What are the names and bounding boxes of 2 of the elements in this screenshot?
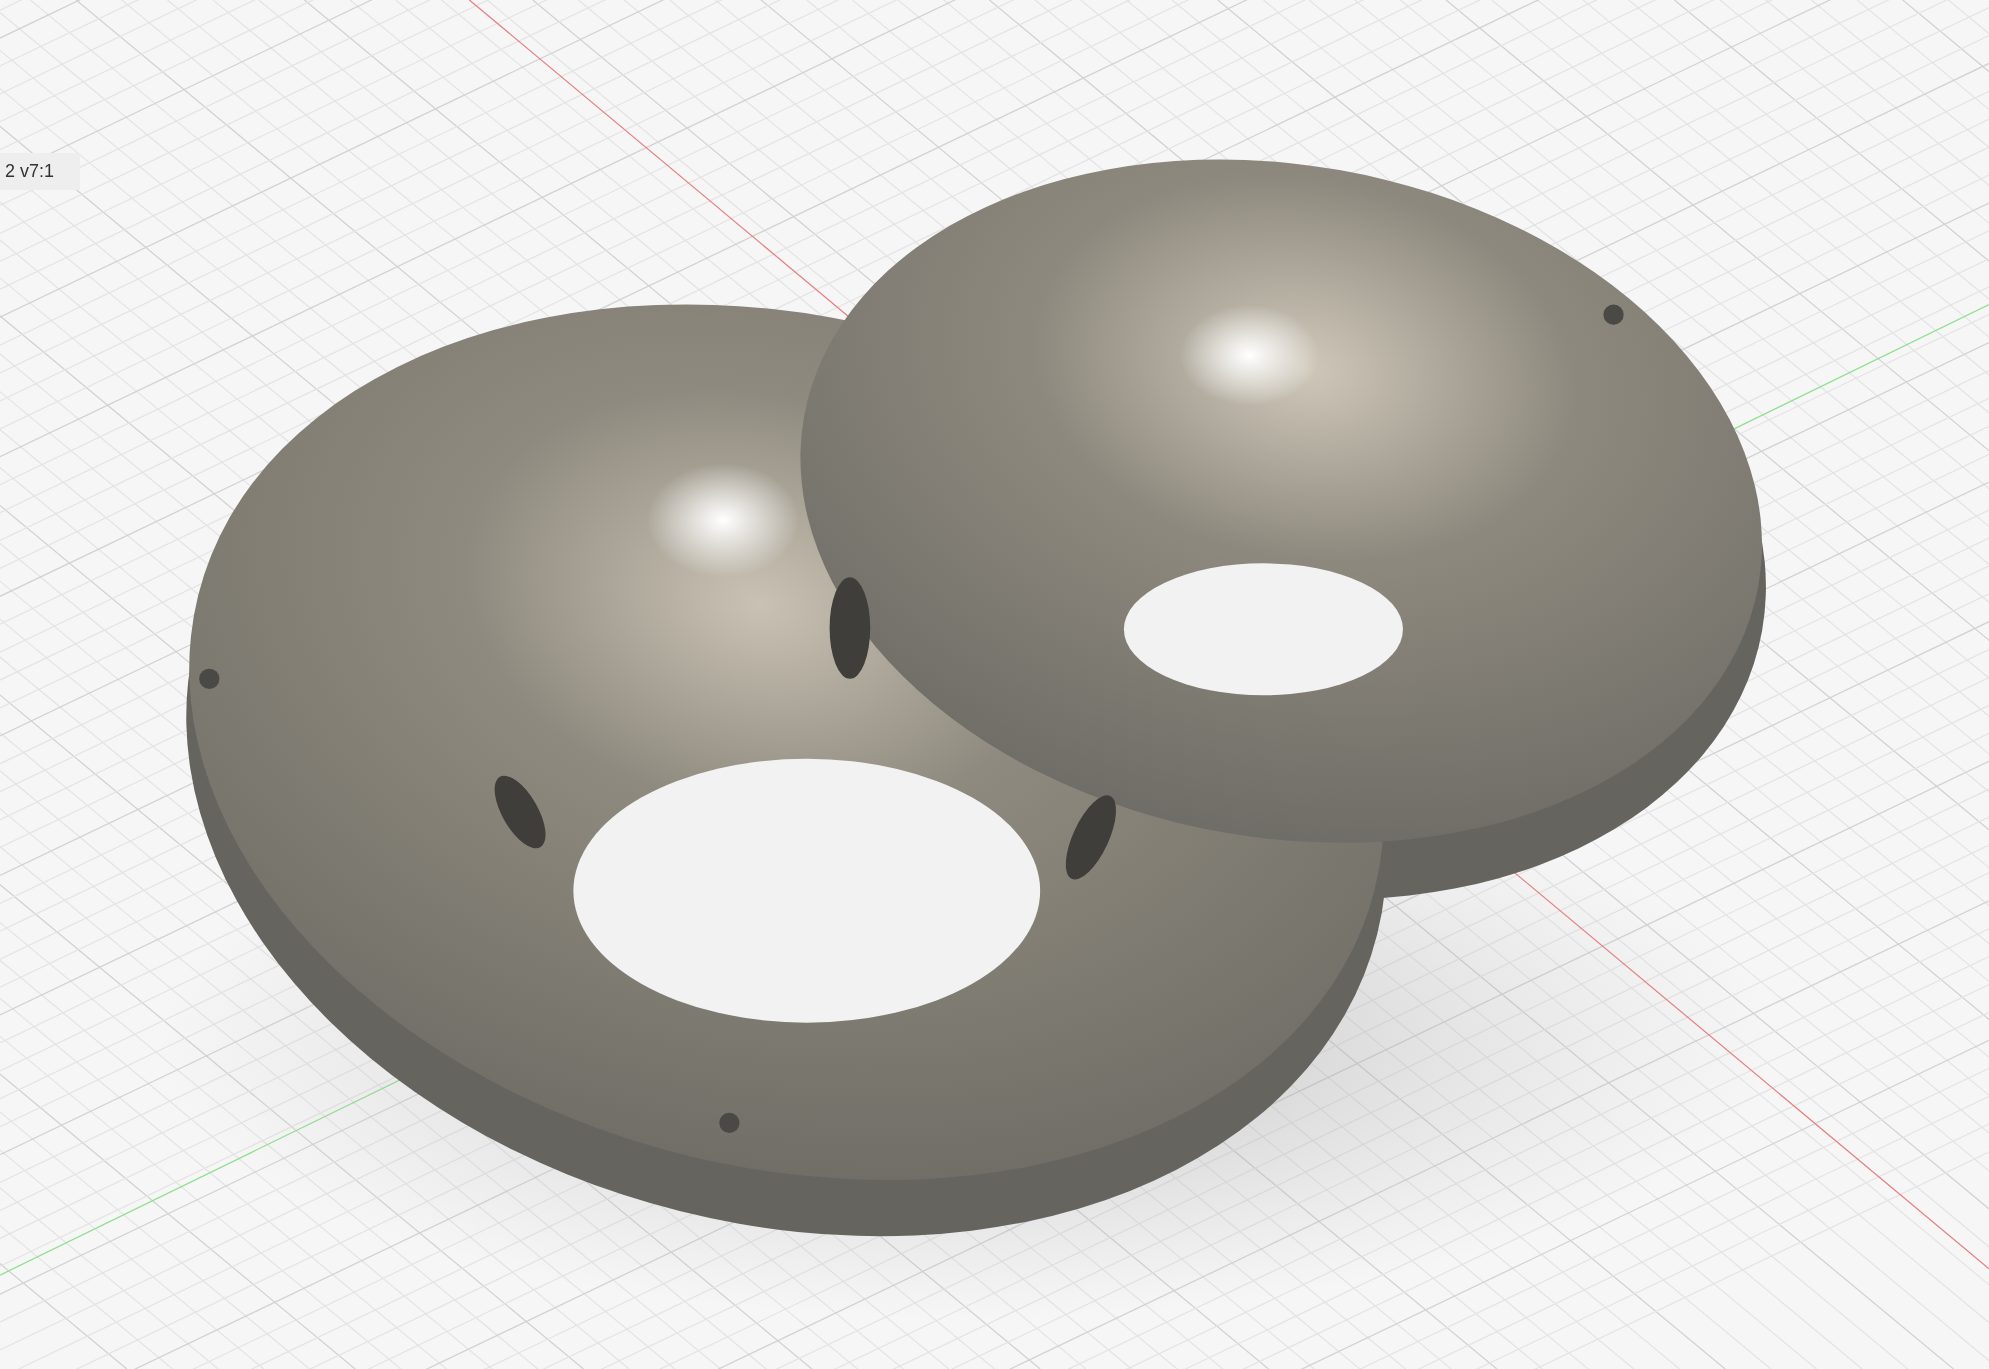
viewport-canvas[interactable]: 2 v7:1 <box>0 0 1989 1369</box>
component-label: 2 v7:1 <box>0 153 81 190</box>
